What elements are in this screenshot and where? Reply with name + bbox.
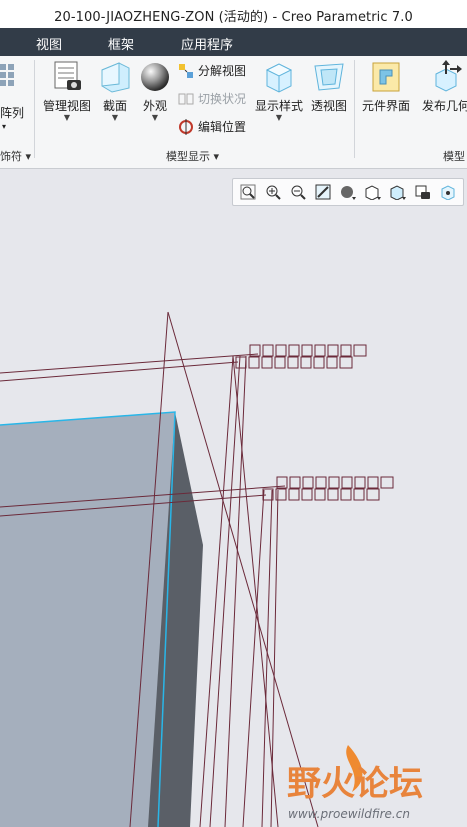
toggle-state-button[interactable]: 切换状况 <box>178 90 246 107</box>
watermark-url: www.proewildfire.cn <box>288 807 410 821</box>
section-button[interactable]: 截面 ▼ <box>98 60 132 122</box>
zoom-in-icon <box>266 185 281 200</box>
zoom-out-button[interactable] <box>287 181 309 203</box>
forum-watermark: 野火论坛 www.proewildfire.cn <box>287 745 423 821</box>
group-label-model: 模型 <box>443 150 465 163</box>
publish-geometry-button[interactable]: 发布几何 <box>416 60 467 114</box>
chevron-down-icon: ▼ <box>275 113 283 122</box>
camera-button[interactable] <box>412 181 434 203</box>
perspective-button[interactable]: 透视图 <box>308 60 350 114</box>
camera-icon <box>415 185 430 199</box>
zoom-in-button[interactable] <box>262 181 284 203</box>
chevron-down-icon: ▼ <box>63 113 71 122</box>
repaint-button[interactable] <box>312 181 334 203</box>
appearance-button[interactable]: 外观 ▼ <box>138 60 172 122</box>
edit-position-button[interactable]: 编辑位置 <box>178 118 246 135</box>
edit-position-icon <box>179 118 193 135</box>
chevron-down-icon: ▼ <box>111 113 119 122</box>
separator <box>354 60 355 158</box>
spin-center-button[interactable] <box>437 181 459 203</box>
component-interface-button[interactable]: 元件界面 <box>358 60 414 114</box>
display-style-button[interactable]: 显示样式 ▼ <box>252 60 306 122</box>
watermark-title: 野火论坛 <box>287 764 423 804</box>
view-toolbar <box>232 178 464 206</box>
datum-label-placeholders <box>235 344 394 501</box>
graphics-canvas[interactable] <box>0 169 467 827</box>
title-bar: 20-100-JIAOZHENG-ZON (活动的) - Creo Parame… <box>0 0 467 29</box>
group-label-model-display: 模型显示 ▾ <box>166 150 220 163</box>
menu-view[interactable]: 视图 <box>36 34 62 53</box>
pattern-dropdown-arrow[interactable]: ▾ <box>2 122 6 131</box>
named-views-button[interactable] <box>362 181 384 203</box>
publish-geometry-icon <box>435 60 462 92</box>
section-icon <box>101 62 130 93</box>
refit-button[interactable] <box>237 181 259 203</box>
explode-view-icon <box>179 63 193 78</box>
repaint-icon <box>315 184 331 200</box>
refit-icon <box>240 184 256 200</box>
separator <box>34 60 35 158</box>
pattern-button[interactable] <box>0 62 22 91</box>
spin-center-icon <box>441 185 455 200</box>
model-front-face <box>0 412 175 827</box>
menu-bar: 视图 框架 应用程序 <box>0 28 467 56</box>
chevron-down-icon: ▼ <box>151 113 159 122</box>
menu-applications[interactable]: 应用程序 <box>181 34 233 53</box>
zoom-out-icon <box>291 185 306 200</box>
group-label-left: 饰符 ▾ <box>0 150 32 163</box>
window-title: 20-100-JIAOZHENG-ZON (活动的) - Creo Parame… <box>54 10 413 25</box>
explode-view-button[interactable]: 分解视图 <box>178 62 246 79</box>
display-style-icon <box>341 186 356 200</box>
menu-framework[interactable]: 框架 <box>108 34 134 53</box>
display-style-toolbar-button[interactable] <box>337 181 359 203</box>
pattern-icon <box>0 64 14 86</box>
perspective-cube-icon <box>314 63 344 91</box>
saved-orientations-icon <box>390 185 406 200</box>
component-interface-icon <box>372 62 400 92</box>
manage-view-icon <box>54 61 81 90</box>
saved-orientations-button[interactable] <box>387 181 409 203</box>
display-style-cube-icon <box>265 63 293 93</box>
manage-view-button[interactable]: 管理视图 ▼ <box>40 60 94 122</box>
pattern-label: 阵列 <box>0 106 25 120</box>
toggle-state-icon <box>178 93 194 104</box>
ribbon: 阵列 ▾ 饰符 ▾ 管理视图 ▼ 截面 ▼ 外观 ▼ 分解视图 切换状况 编辑位… <box>0 56 467 169</box>
named-views-icon <box>365 185 381 200</box>
appearance-sphere-icon <box>141 63 169 91</box>
